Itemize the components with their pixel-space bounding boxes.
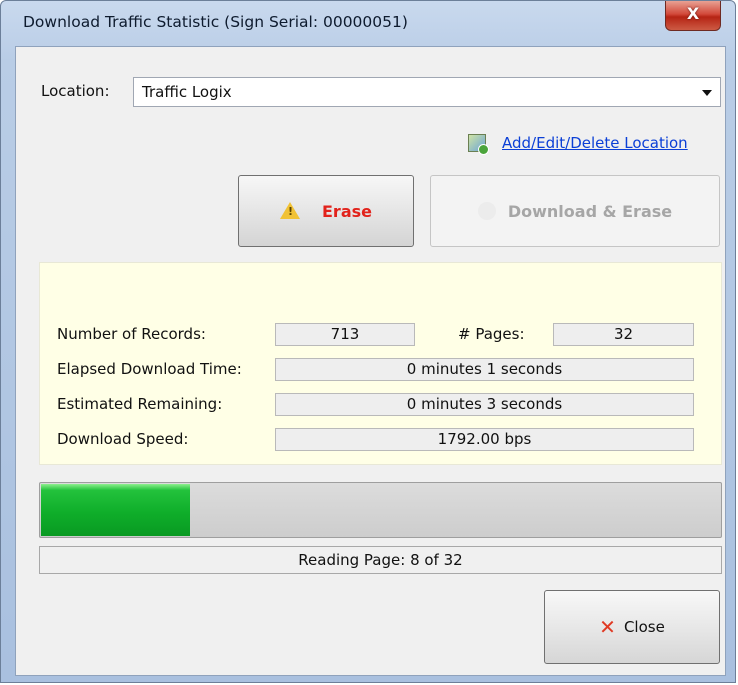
warning-icon: ! <box>280 201 300 219</box>
chevron-down-icon[interactable] <box>702 90 712 96</box>
location-selected-value: Traffic Logix <box>142 83 232 101</box>
title-bar[interactable]: Download Traffic Statistic (Sign Serial:… <box>1 1 735 45</box>
add-edit-delete-location-link[interactable]: Add/Edit/Delete Location <box>502 134 688 152</box>
window-title: Download Traffic Statistic (Sign Serial:… <box>23 13 408 31</box>
records-value: 713 <box>275 323 415 346</box>
dialog-body: Location: Traffic Logix Add/Edit/Delete … <box>15 46 726 676</box>
map-add-icon[interactable] <box>468 134 489 155</box>
pages-value: 32 <box>553 323 694 346</box>
download-speed-label: Download Speed: <box>57 430 189 448</box>
download-icon <box>477 202 496 220</box>
pages-label: # Pages: <box>458 325 525 343</box>
erase-button-label: Erase <box>322 201 372 221</box>
close-button[interactable]: ✕ Close <box>544 590 720 664</box>
elapsed-time-value: 0 minutes 1 seconds <box>275 358 694 381</box>
download-erase-button-label: Download & Erase <box>507 201 673 221</box>
estimated-remaining-value: 0 minutes 3 seconds <box>275 393 694 416</box>
window-close-button[interactable]: X <box>665 1 721 31</box>
progress-fill <box>41 484 190 536</box>
statistics-panel: Number of Records: 713 # Pages: 32 Elaps… <box>39 262 722 465</box>
download-speed-value: 1792.00 bps <box>275 428 694 451</box>
close-button-label: Close <box>623 618 665 636</box>
elapsed-time-label: Elapsed Download Time: <box>57 360 242 378</box>
records-label: Number of Records: <box>57 325 206 343</box>
download-progress-bar <box>39 482 722 538</box>
location-dropdown[interactable]: Traffic Logix <box>133 77 721 107</box>
location-label: Location: <box>41 82 110 100</box>
close-x-icon: ✕ <box>599 615 616 639</box>
estimated-remaining-label: Estimated Remaining: <box>57 395 223 413</box>
status-text: Reading Page: 8 of 32 <box>39 546 722 574</box>
download-erase-button[interactable]: Download & Erase <box>430 175 720 247</box>
erase-button[interactable]: ! Erase <box>238 175 414 247</box>
dialog-window: Download Traffic Statistic (Sign Serial:… <box>0 0 736 683</box>
